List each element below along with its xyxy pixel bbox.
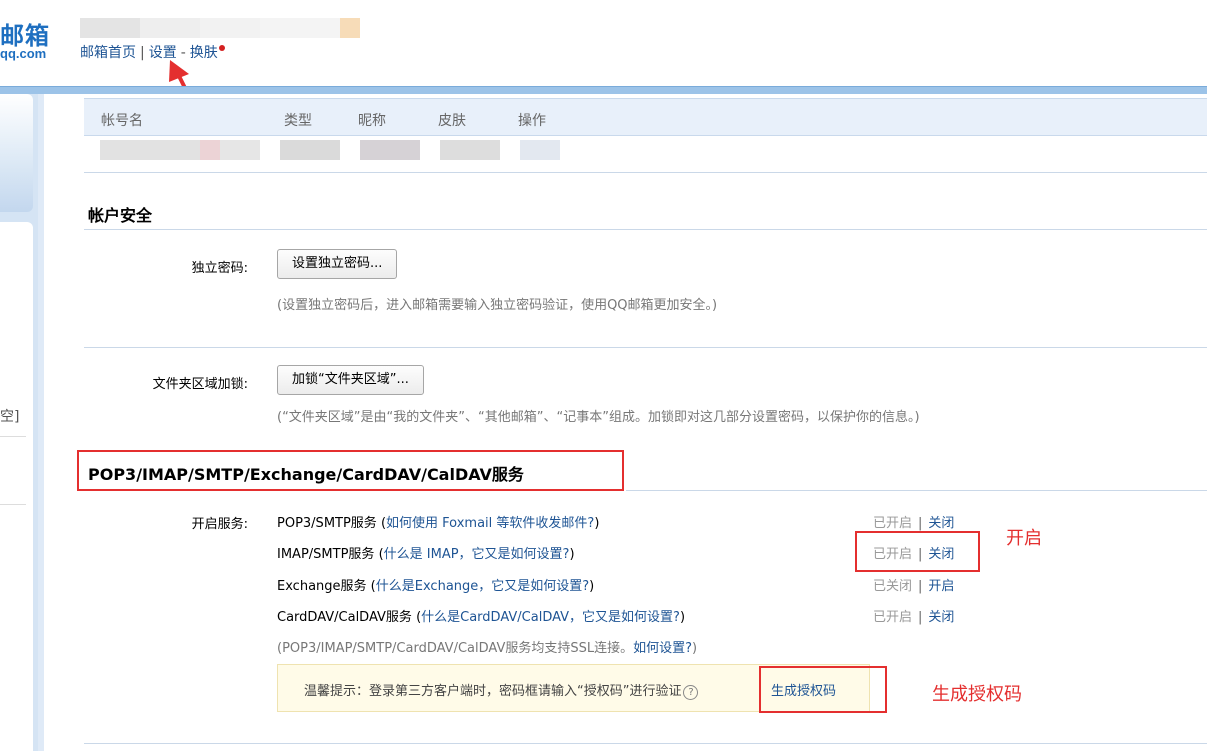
pop3-toggle-link[interactable]: 关闭 — [928, 516, 954, 531]
imap-help-link[interactable]: 什么是 IMAP，它又是如何设置? — [384, 547, 570, 562]
blurred-account-row — [100, 140, 200, 160]
set-independent-password-button[interactable]: 设置独立密码... — [277, 249, 398, 279]
service-name: POP3/SMTP服务 — [277, 516, 377, 531]
section-title-account-security: 帐户安全 — [88, 206, 153, 225]
annotation-box-title — [77, 450, 624, 491]
col-type: 类型 — [284, 113, 312, 129]
independent-password-hint: (设置独立密码后，进入邮箱需要输入独立密码验证，使用QQ邮箱更加安全。) — [277, 298, 718, 313]
nav-separator: | — [140, 45, 145, 61]
annotation-generate-label: 生成授权码 — [932, 684, 1022, 705]
blurred-account-row — [360, 140, 420, 160]
blurred-account-row — [280, 140, 340, 160]
status-separator: | — [918, 610, 923, 625]
tip-message: 温馨提示：登录第三方客户端时，密码框请输入“授权码”进行验证 — [304, 684, 682, 699]
enable-services-label: 开启服务: — [191, 517, 248, 532]
new-badge-dot — [218, 45, 225, 51]
divider — [626, 490, 1207, 491]
divider — [84, 172, 1207, 173]
divider — [84, 347, 1207, 348]
sidebar-divider — [0, 436, 26, 437]
sidebar-fragment[interactable]: 空] — [0, 406, 19, 426]
exchange-toggle-link[interactable]: 开启 — [928, 579, 954, 594]
status-separator: | — [918, 579, 923, 594]
col-actions: 操作 — [518, 113, 546, 129]
annotation-box-generate — [759, 666, 887, 713]
sidebar-divider — [0, 504, 26, 505]
status-text: 已开启 — [873, 516, 913, 531]
ssl-help-link[interactable]: 如何设置? — [633, 641, 692, 656]
carddav-help-link[interactable]: 什么是CardDAV/CalDAV，它又是如何设置? — [421, 610, 680, 625]
divider — [84, 743, 1207, 744]
service-row-pop3: POP3/SMTP服务 (如何使用 Foxmail 等软件收发邮件?) — [277, 512, 599, 531]
service-row-imap: IMAP/SMTP服务 (什么是 IMAP，它又是如何设置?) — [277, 543, 575, 562]
tip-text: 温馨提示：登录第三方客户端时，密码框请输入“授权码”进行验证? — [304, 680, 699, 700]
blurred-account-row — [520, 140, 560, 160]
paren: ) — [692, 641, 698, 656]
ssl-note-text: (POP3/IMAP/SMTP/CardDAV/CalDAV服务均支持SSL连接… — [277, 641, 634, 656]
folder-lock-button[interactable]: 加锁“文件夹区域”... — [277, 365, 424, 395]
status-text: 已开启 — [873, 610, 913, 625]
pop3-help-link[interactable]: 如何使用 Foxmail 等软件收发邮件? — [386, 516, 594, 531]
col-account-name: 帐号名 — [101, 113, 143, 129]
annotation-open-label: 开启 — [1006, 528, 1042, 549]
help-icon[interactable]: ? — [683, 685, 699, 700]
paren: ) — [594, 516, 600, 531]
folder-lock-label: 文件夹区域加锁: — [152, 377, 248, 392]
logo-domain: qq.com — [0, 46, 47, 61]
sidebar-banner — [0, 94, 33, 212]
blurred-account — [200, 18, 260, 38]
blurred-account — [80, 18, 140, 38]
blurred-account — [340, 18, 360, 38]
nav-home-link[interactable]: 邮箱首页 — [80, 45, 136, 61]
status-separator: | — [918, 516, 923, 531]
blurred-account-row — [200, 140, 220, 160]
service-status-exchange: 已关闭 | 开启 — [873, 575, 954, 594]
service-row-carddav: CardDAV/CalDAV服务 (什么是CardDAV/CalDAV，它又是如… — [277, 606, 685, 625]
independent-password-label: 独立密码: — [191, 261, 248, 276]
divider — [84, 229, 1207, 230]
blurred-account — [140, 18, 200, 38]
service-name: Exchange服务 — [277, 579, 367, 594]
col-nickname: 昵称 — [358, 113, 386, 129]
service-status-pop3: 已开启 | 关闭 — [873, 512, 954, 531]
service-name: IMAP/SMTP服务 — [277, 547, 375, 562]
annotation-box-imap — [855, 531, 980, 572]
paren: ) — [569, 547, 575, 562]
exchange-help-link[interactable]: 什么是Exchange，它又是如何设置? — [376, 579, 589, 594]
col-skin: 皮肤 — [438, 113, 466, 129]
service-status-carddav: 已开启 | 关闭 — [873, 606, 954, 625]
carddav-toggle-link[interactable]: 关闭 — [928, 610, 954, 625]
ssl-note: (POP3/IMAP/SMTP/CardDAV/CalDAV服务均支持SSL连接… — [277, 637, 697, 656]
blurred-account-row — [220, 140, 260, 160]
top-band — [0, 86, 1207, 94]
service-row-exchange: Exchange服务 (什么是Exchange，它又是如何设置?) — [277, 575, 594, 594]
status-text: 已关闭 — [873, 579, 913, 594]
paren: ) — [679, 610, 686, 625]
blurred-account-row — [440, 140, 500, 160]
service-name: CardDAV/CalDAV服务 — [277, 610, 412, 625]
blurred-account — [260, 18, 340, 38]
sidebar — [0, 222, 33, 751]
paren: ) — [589, 579, 595, 594]
folder-lock-hint: (“文件夹区域”是由“我的文件夹”、“其他邮箱”、“记事本”组成。加锁即对这几部… — [277, 410, 920, 425]
account-table-header: 帐号名 类型 昵称 皮肤 操作 — [84, 98, 1207, 136]
